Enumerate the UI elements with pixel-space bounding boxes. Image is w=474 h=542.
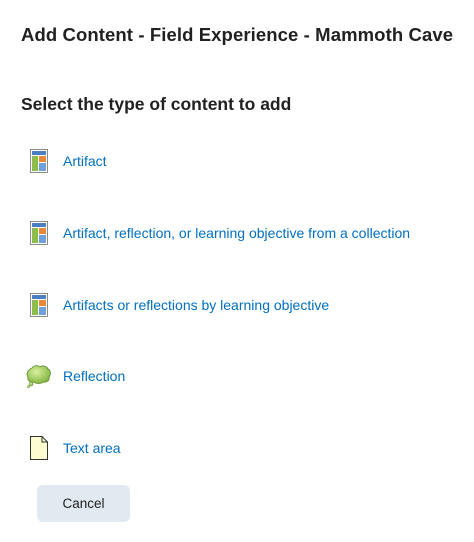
option-from-collection-label[interactable]: Artifact, reflection, or learning object… [63, 225, 410, 241]
option-artifact-label[interactable]: Artifact [63, 153, 107, 169]
option-text-area[interactable]: Text area [26, 435, 121, 461]
cancel-button[interactable]: Cancel [37, 485, 130, 522]
reflection-icon [26, 363, 52, 389]
option-reflection[interactable]: Reflection [26, 363, 125, 389]
option-artifact[interactable]: Artifact [26, 148, 107, 174]
collection-icon [26, 220, 52, 246]
dialog-title: Add Content - Field Experience - Mammoth… [21, 24, 454, 45]
learning-objective-icon [26, 292, 52, 318]
option-from-collection[interactable]: Artifact, reflection, or learning object… [26, 220, 410, 246]
option-by-learning-objective[interactable]: Artifacts or reflections by learning obj… [26, 292, 329, 318]
section-heading: Select the type of content to add [21, 94, 292, 114]
artifact-icon [26, 148, 52, 174]
option-text-area-label[interactable]: Text area [63, 440, 121, 456]
text-area-icon [26, 435, 52, 461]
option-reflection-label[interactable]: Reflection [63, 368, 125, 384]
option-by-learning-objective-label[interactable]: Artifacts or reflections by learning obj… [63, 297, 329, 313]
